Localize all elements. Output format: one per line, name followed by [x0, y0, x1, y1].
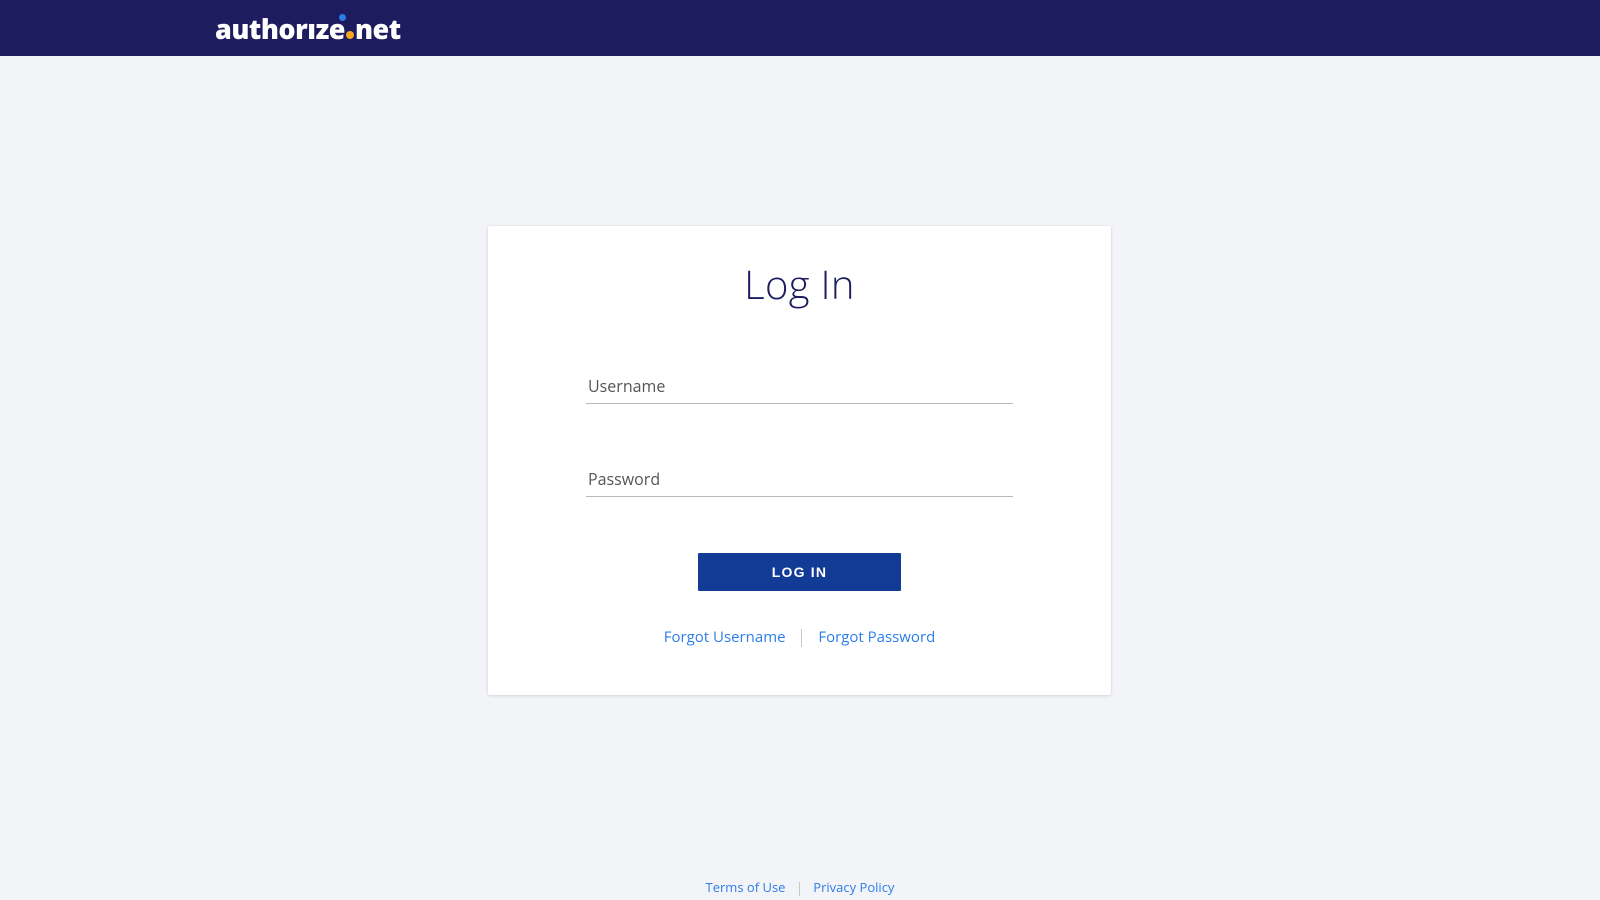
password-field-wrap: Password [586, 460, 1013, 497]
logo-text-1: author [215, 10, 307, 47]
brand-logo: authorıze net [215, 15, 401, 42]
username-input[interactable] [586, 367, 1013, 404]
page-title: Log In [586, 256, 1013, 311]
forgot-username-link[interactable]: Forgot Username [664, 627, 786, 647]
footer: Terms of Use Privacy Policy [0, 878, 1600, 896]
login-button[interactable]: LOG IN [698, 553, 901, 591]
forgot-password-link[interactable]: Forgot Password [818, 627, 935, 647]
login-card: Log In Username Password LOG IN Forgot U… [488, 226, 1111, 695]
logo-orange-dot-icon [346, 31, 354, 39]
header-bar: authorıze net [0, 0, 1600, 56]
terms-link[interactable]: Terms of Use [706, 878, 786, 896]
password-input[interactable] [586, 460, 1013, 497]
privacy-link[interactable]: Privacy Policy [813, 878, 894, 896]
logo-blue-dot-icon [339, 14, 346, 21]
logo-text-3: net [355, 15, 401, 42]
help-links: Forgot Username Forgot Password [586, 627, 1013, 647]
username-field-wrap: Username [586, 367, 1013, 404]
link-divider [801, 629, 802, 647]
footer-divider [799, 882, 800, 896]
logo-text-i: ı [307, 10, 315, 47]
